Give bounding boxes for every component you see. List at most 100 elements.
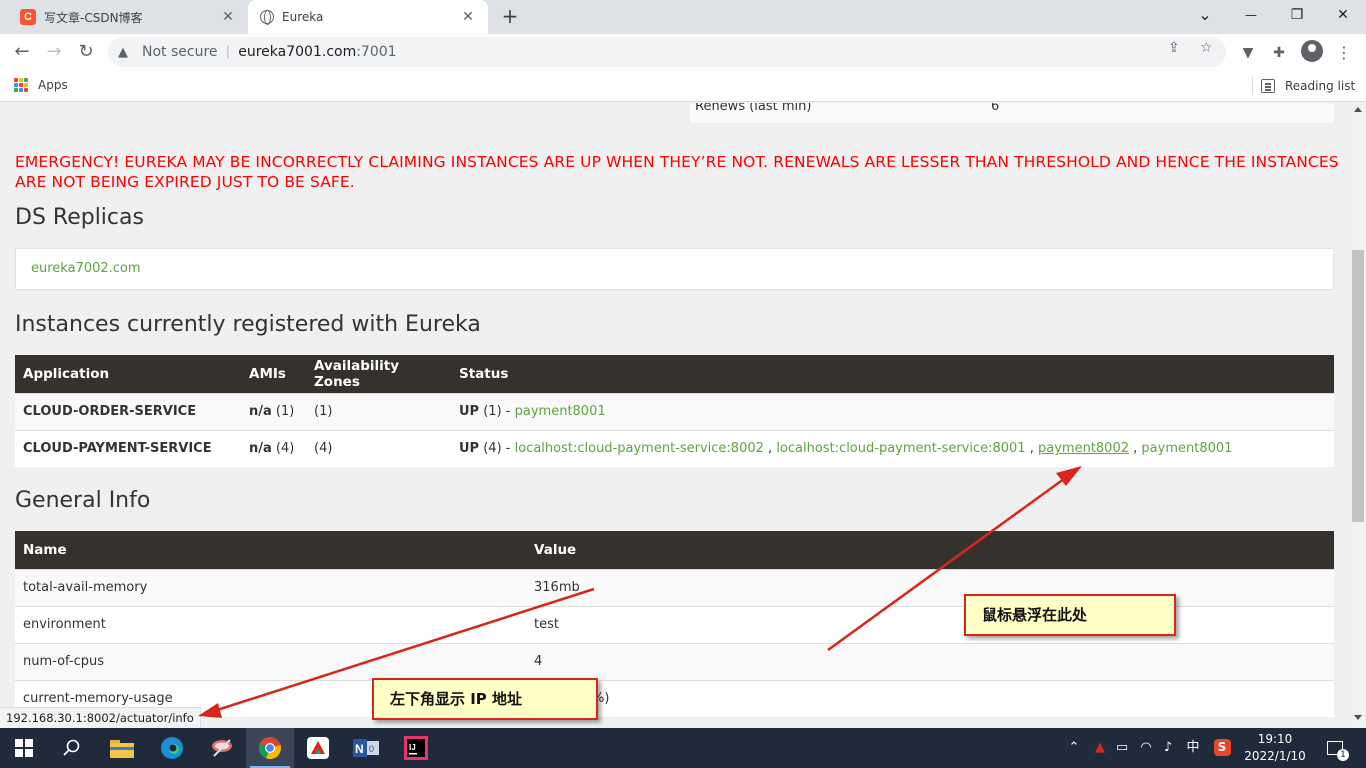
browser-toolbar: ← → ↻ ▲ Not secure | eureka7001.com:7001… bbox=[0, 34, 1366, 70]
renews-row: Renews (last min) 6 bbox=[690, 103, 1334, 123]
column-header: Availability Zones bbox=[306, 355, 451, 393]
link-separator: , bbox=[1029, 441, 1034, 457]
status-up: UP bbox=[459, 441, 480, 457]
column-header: Status bbox=[451, 355, 1334, 393]
column-header: Value bbox=[526, 531, 1334, 569]
minimize-button[interactable]: — bbox=[1228, 0, 1274, 30]
table-row: CLOUD-PAYMENT-SERVICE n/a (4) (4) UP (4)… bbox=[15, 429, 1334, 467]
general-info-title: General Info bbox=[15, 488, 151, 513]
svg-text:IJ: IJ bbox=[409, 743, 416, 752]
notification-center-icon[interactable]: 1 bbox=[1322, 728, 1349, 768]
bookmark-star-icon[interactable]: ☆ bbox=[1200, 40, 1213, 56]
instance-link-localhost-8001[interactable]: localhost:cloud-payment-service:8001 bbox=[776, 441, 1025, 456]
windows-taskbar: N0 IJ ⌃ ▲ ▭ ◠ ♪ 中 S 19:10 2022/1/10 1 bbox=[0, 728, 1366, 768]
link-separator: , bbox=[1133, 441, 1138, 457]
status-cell: UP (1) - payment8001 bbox=[451, 392, 1334, 430]
show-hidden-icons-chevron-icon[interactable]: ⌃ bbox=[1064, 728, 1084, 768]
tab-close-icon[interactable]: ✕ bbox=[458, 9, 478, 25]
volume-icon[interactable]: ♪ bbox=[1158, 728, 1178, 768]
ami-cell: n/a (4) bbox=[241, 429, 306, 467]
ds-replicas-list: eureka7002.com bbox=[15, 248, 1334, 290]
reload-button[interactable]: ↻ bbox=[72, 38, 100, 66]
status-up: UP bbox=[459, 404, 480, 419]
apps-grid-icon bbox=[14, 78, 28, 92]
replica-link[interactable]: eureka7002.com bbox=[31, 261, 141, 276]
notification-count: 1 bbox=[1337, 748, 1349, 761]
application-name: CLOUD-ORDER-SERVICE bbox=[15, 392, 241, 430]
svg-text:0: 0 bbox=[369, 744, 374, 754]
instance-link-payment8001[interactable]: payment8001 bbox=[1141, 441, 1232, 456]
instance-link-localhost-8002[interactable]: localhost:cloud-payment-service:8002 bbox=[515, 441, 764, 456]
search-icon[interactable] bbox=[48, 728, 96, 768]
emergency-warning: EMERGENCY! EUREKA MAY BE INCORRECTLY CLA… bbox=[15, 153, 1339, 191]
column-header: Application bbox=[15, 355, 241, 393]
close-window-button[interactable]: ✕ bbox=[1320, 0, 1366, 30]
table-row: num-of-cpus 4 bbox=[15, 642, 1334, 680]
tab-csdn[interactable]: C 写文章-CSDN博客 ✕ bbox=[8, 0, 248, 34]
page-scrollbar[interactable] bbox=[1350, 103, 1366, 728]
chrome-icon[interactable] bbox=[246, 728, 294, 768]
wifi-icon[interactable]: ◠ bbox=[1136, 728, 1156, 768]
tab-title: 写文章-CSDN博客 bbox=[44, 10, 143, 25]
scroll-up-arrow-icon[interactable] bbox=[1354, 107, 1362, 112]
forward-button[interactable]: → bbox=[40, 38, 68, 66]
extensions-puzzle-icon[interactable]: ✚ bbox=[1268, 42, 1290, 64]
renews-label: Renews (last min) bbox=[695, 103, 812, 114]
edge-icon[interactable] bbox=[148, 728, 196, 768]
tab-eureka[interactable]: Eureka ✕ bbox=[248, 0, 488, 34]
back-button[interactable]: ← bbox=[8, 38, 36, 66]
snipping-tool-icon[interactable] bbox=[198, 728, 246, 768]
warning-triangle-icon: ▲ bbox=[118, 44, 128, 60]
system-clock[interactable]: 19:10 2022/1/10 bbox=[1240, 731, 1310, 765]
status-cell: UP (4) - localhost:cloud-payment-service… bbox=[451, 429, 1334, 467]
link-separator: , bbox=[768, 441, 773, 457]
wps-icon[interactable] bbox=[294, 728, 342, 768]
instances-title: Instances currently registered with Eure… bbox=[15, 312, 481, 337]
windows-start-icon[interactable] bbox=[0, 728, 48, 768]
menu-kebab-icon[interactable]: ⋮ bbox=[1333, 42, 1355, 64]
general-info-header-row: Name Value bbox=[15, 531, 1334, 569]
hover-annotation-note: 鼠标悬浮在此处 bbox=[964, 594, 1176, 636]
tab-close-icon[interactable]: ✕ bbox=[218, 9, 238, 25]
intellij-icon[interactable]: IJ bbox=[392, 728, 440, 768]
profile-avatar-icon[interactable] bbox=[1301, 40, 1323, 62]
instance-link-payment8001[interactable]: payment8001 bbox=[515, 404, 606, 419]
apps-shortcut[interactable]: Apps bbox=[14, 78, 68, 92]
globe-favicon-icon bbox=[260, 10, 274, 25]
info-value: 4 bbox=[526, 642, 1334, 680]
instance-link-payment8002[interactable]: payment8002 bbox=[1038, 441, 1129, 456]
info-name: environment bbox=[15, 605, 526, 643]
info-value: test bbox=[526, 605, 1334, 643]
table-row: CLOUD-ORDER-SERVICE n/a (1) (1) UP (1) -… bbox=[15, 392, 1334, 430]
not-secure-label[interactable]: Not secure bbox=[142, 44, 218, 60]
url-host: eureka7001.com bbox=[238, 44, 357, 60]
new-tab-button[interactable]: + bbox=[498, 5, 522, 29]
address-bar[interactable]: ▲ Not secure | eureka7001.com:7001 bbox=[108, 37, 1226, 67]
tray-app-icon[interactable]: ▲ bbox=[1090, 728, 1110, 768]
ip-annotation-note: 左下角显示 IP 地址 bbox=[372, 678, 598, 720]
table-row: current-memory-usage %) bbox=[15, 679, 1334, 717]
clock-time: 19:10 bbox=[1257, 732, 1293, 746]
application-name: CLOUD-PAYMENT-SERVICE bbox=[15, 429, 241, 467]
reading-list-button[interactable]: Reading list bbox=[1252, 77, 1355, 95]
scroll-thumb[interactable] bbox=[1352, 250, 1364, 522]
info-name: num-of-cpus bbox=[15, 642, 526, 680]
sogou-input-icon[interactable]: S bbox=[1212, 728, 1232, 768]
reading-list-label: Reading list bbox=[1285, 79, 1356, 93]
tab-search-chevron-icon[interactable]: ⌄ bbox=[1182, 0, 1228, 30]
onenote-icon[interactable]: N0 bbox=[342, 728, 390, 768]
scroll-down-arrow-icon[interactable] bbox=[1354, 715, 1362, 720]
svg-text:N: N bbox=[355, 742, 364, 756]
battery-icon[interactable]: ▭ bbox=[1112, 728, 1132, 768]
restore-button[interactable]: ❐ bbox=[1274, 0, 1320, 30]
extension-v-icon[interactable]: ▼ bbox=[1237, 42, 1259, 64]
zones-cell: (4) bbox=[306, 429, 451, 467]
share-icon[interactable]: ⇪ bbox=[1168, 40, 1180, 56]
browser-title-bar: C 写文章-CSDN博客 ✕ Eureka ✕ + ⌄ — ❐ ✕ bbox=[0, 0, 1366, 34]
tab-title: Eureka bbox=[282, 10, 324, 24]
ime-indicator[interactable]: 中 bbox=[1182, 728, 1204, 768]
file-explorer-icon[interactable] bbox=[98, 728, 146, 768]
ami-cell: n/a (1) bbox=[241, 392, 306, 430]
clock-date: 2022/1/10 bbox=[1244, 749, 1306, 763]
bookmarks-bar: Apps Reading list bbox=[0, 70, 1366, 102]
